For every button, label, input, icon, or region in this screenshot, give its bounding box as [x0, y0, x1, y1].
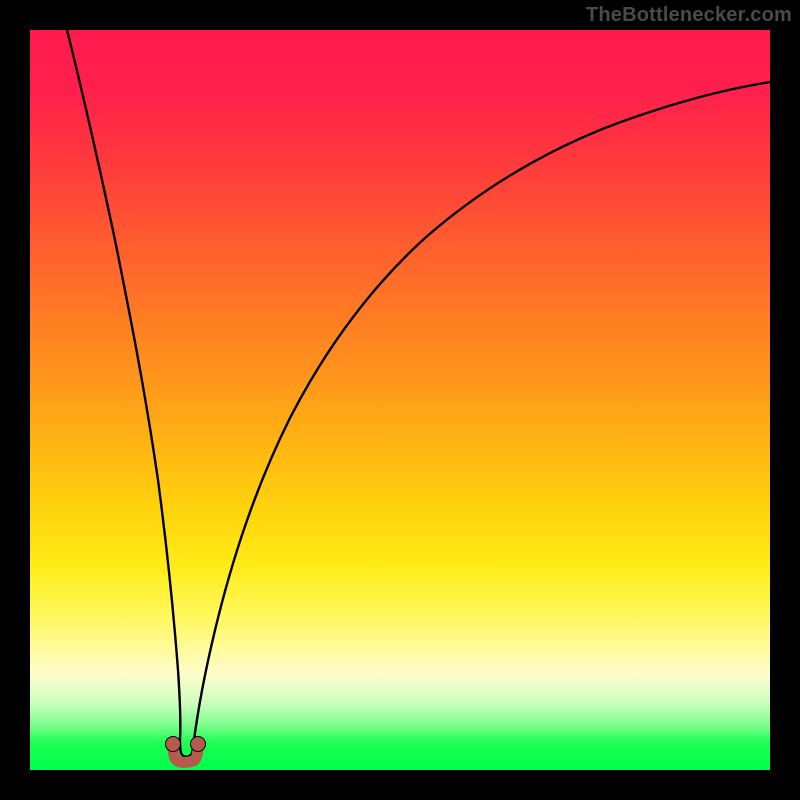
min-marker-left-dot: [166, 737, 181, 752]
chart-frame: TheBottlenecker.com: [0, 0, 800, 800]
curve-layer: [30, 30, 770, 770]
plot-area: [30, 30, 770, 770]
bottleneck-curve: [67, 30, 770, 757]
attribution-text: TheBottlenecker.com: [586, 4, 792, 27]
min-marker-right-dot: [191, 737, 206, 752]
